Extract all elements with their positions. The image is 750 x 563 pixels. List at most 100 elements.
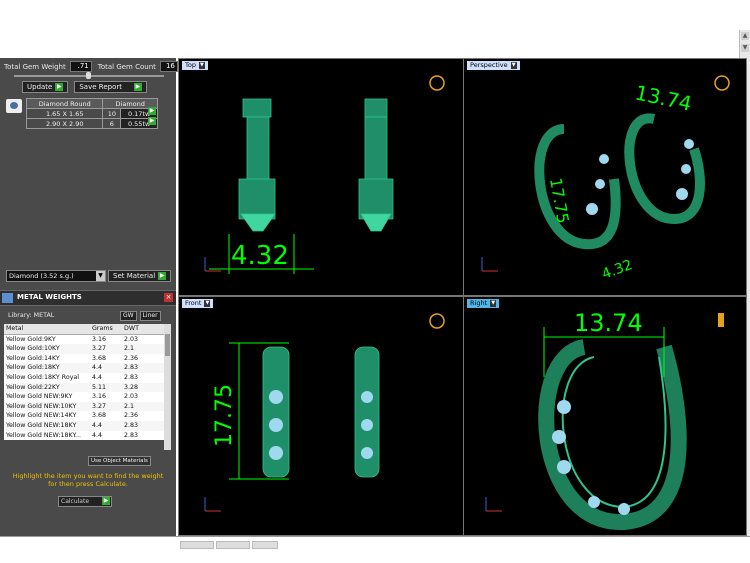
gem-size: 2.90 X 2.90	[25, 118, 104, 129]
metal-grams: 3.16	[92, 335, 107, 343]
chevron-down-icon[interactable]: ▼	[204, 300, 211, 307]
metal-name: Yellow Gold:22KY	[4, 382, 90, 393]
chevron-down-icon[interactable]: ▼	[490, 300, 497, 307]
table-row[interactable]: Yellow Gold:18KY Royal 4.4 2.83	[4, 373, 166, 383]
axis-triad	[485, 497, 502, 512]
chevron-down-icon[interactable]: ▼	[198, 62, 205, 69]
total-gem-weight-value: .71	[69, 61, 92, 72]
bottom-taskbar	[0, 536, 750, 563]
viewport-front[interactable]: 17.75 Front ▼	[178, 296, 464, 536]
gem-count: 10	[102, 108, 122, 119]
table-row[interactable]: Yellow Gold:18KY 4.4 2.83	[4, 363, 166, 373]
viewport-right[interactable]: 13.74 Right ▼	[463, 296, 747, 536]
front-view-canvas: 17.75	[204, 313, 445, 512]
table-row[interactable]: Yellow Gold:9KY 3.16 2.03	[4, 334, 166, 344]
set-material-button[interactable]: Set Material ▶	[108, 270, 172, 282]
scroll-up-icon[interactable]: ▲	[741, 32, 749, 40]
metal-weights-title: METAL WEIGHTS	[17, 293, 82, 301]
calculate-button[interactable]: Calculate ▶	[58, 496, 112, 507]
metal-header-dwt: DWT	[122, 324, 166, 335]
metal-name: Yellow Gold NEW:10KY	[4, 401, 90, 412]
liner-toggle[interactable]: Liner	[139, 311, 161, 321]
gem-slider-thumb[interactable]	[86, 72, 91, 79]
taskbar-item[interactable]	[180, 541, 214, 549]
metal-name: Yellow Gold:18KY	[4, 363, 90, 373]
metal-name: Yellow Gold:9KY	[6, 335, 56, 343]
material-select[interactable]: Diamond (3.52 s.g.) ▼	[6, 270, 106, 282]
viewport-label-front[interactable]: Front ▼	[182, 299, 214, 308]
metal-name: Yellow Gold:18KY Royal	[6, 373, 80, 381]
taskbar-item[interactable]	[216, 541, 250, 549]
front-dimension-text: 17.75	[212, 384, 237, 447]
taskbar-item[interactable]	[252, 541, 278, 549]
top-view-canvas: 4.32	[204, 75, 445, 274]
perspective-view-canvas: 13.74 17.75 4.32	[481, 75, 730, 283]
table-row[interactable]: Yellow Gold:10KY 3.27 2.1	[4, 344, 166, 354]
viewport-label-text: Top	[185, 61, 196, 69]
metal-grams: 4.4	[92, 431, 103, 439]
viewport-label-text: Right	[470, 299, 488, 307]
ring-icon[interactable]	[429, 75, 445, 91]
metal-name: Yellow Gold NEW:9KY	[6, 393, 73, 401]
metal-grams: 3.68	[92, 354, 107, 362]
table-row[interactable]: Yellow Gold:14KY 3.68 2.36	[4, 354, 166, 364]
row-go-icon[interactable]: ▶	[148, 117, 156, 125]
viewport-label-right[interactable]: Right ▼	[467, 299, 500, 308]
table-row[interactable]: Yellow Gold NEW:14KY 3.68 2.36	[4, 411, 166, 421]
use-object-label: Use Object Materials	[91, 458, 148, 464]
viewport-label-text: Perspective	[470, 61, 508, 69]
update-button[interactable]: Update ▶	[22, 81, 69, 93]
metal-table-scrollbar[interactable]	[164, 324, 171, 450]
close-icon[interactable]: ×	[164, 293, 173, 302]
metal-dwt: 2.03	[124, 335, 139, 343]
metal-dwt: 2.83	[122, 420, 166, 431]
save-report-button[interactable]: Save Report ▶	[74, 81, 147, 93]
gw-toggle[interactable]: GW	[120, 311, 137, 321]
metal-dwt: 2.83	[124, 431, 139, 439]
viewport-top[interactable]: 4.32 Top ▼	[178, 58, 464, 296]
table-row[interactable]: Yellow Gold NEW:9KY 3.16 2.03	[4, 392, 166, 402]
metal-grams: 3.68	[92, 412, 107, 420]
table-row[interactable]: Yellow Gold NEW:18KY... 4.4 2.83	[4, 431, 166, 441]
material-select-value: Diamond (3.52 s.g.)	[9, 272, 74, 280]
row-go-icon[interactable]: ▶	[148, 107, 156, 115]
chevron-down-icon[interactable]: ▼	[510, 62, 517, 69]
calculate-label: Calculate	[61, 498, 90, 505]
library-label: Library: METAL	[8, 312, 55, 319]
metal-name: Yellow Gold NEW:18KY...	[6, 431, 82, 439]
metal-dwt: 2.1	[122, 344, 166, 354]
axis-triad	[481, 257, 498, 272]
scroll-thumb[interactable]	[165, 334, 170, 356]
table-row[interactable]: Yellow Gold NEW:10KY 3.27 2.1	[4, 401, 166, 412]
use-object-materials-button[interactable]: Use Object Materials	[88, 456, 151, 466]
viewport-label-perspective[interactable]: Perspective ▼	[467, 61, 520, 70]
table-row[interactable]: 2.90 X 2.90 6 0.55tw	[25, 118, 158, 129]
side-view-icon[interactable]	[718, 313, 724, 327]
table-row[interactable]: Yellow Gold:22KY 5.11 3.28	[4, 382, 166, 393]
viewport-label-top[interactable]: Top ▼	[182, 61, 208, 70]
scroll-down-icon[interactable]: ▼	[741, 44, 749, 52]
diamond-gem-icon	[6, 99, 22, 113]
viewport-perspective[interactable]: 13.74 17.75 4.32 Perspective ▼	[463, 58, 747, 296]
table-row[interactable]: Yellow Gold NEW:18KY 4.4 2.83	[4, 420, 166, 431]
top-blank-area	[0, 0, 750, 58]
metal-dwt: 2.1	[122, 401, 166, 412]
update-label: Update	[27, 83, 53, 91]
ring-icon[interactable]	[429, 313, 445, 329]
metal-header-metal: Metal	[4, 324, 90, 335]
ring-icon[interactable]	[714, 75, 730, 91]
go-arrow-icon: ▶	[55, 83, 64, 91]
gw-label: GW	[123, 312, 134, 319]
metal-grams: 4.4	[90, 420, 122, 431]
metal-header-grams: Grams	[90, 324, 122, 335]
total-gem-weight-label: Total Gem Weight	[4, 62, 66, 71]
chevron-down-icon[interactable]: ▼	[96, 271, 105, 281]
save-report-label: Save Report	[79, 83, 122, 91]
right-view-canvas: 13.74	[485, 309, 724, 531]
axis-triad	[204, 497, 221, 512]
gem-count: 6	[102, 118, 122, 129]
calculate-hint: Highlight the item you want to find the …	[12, 472, 164, 488]
metal-table: Metal Grams DWT Yellow Gold:9KY 3.16 2.03 Y…	[4, 324, 166, 441]
table-row[interactable]: 1.65 X 1.65 10 0.17tw	[25, 108, 158, 119]
right-earring	[538, 339, 687, 531]
